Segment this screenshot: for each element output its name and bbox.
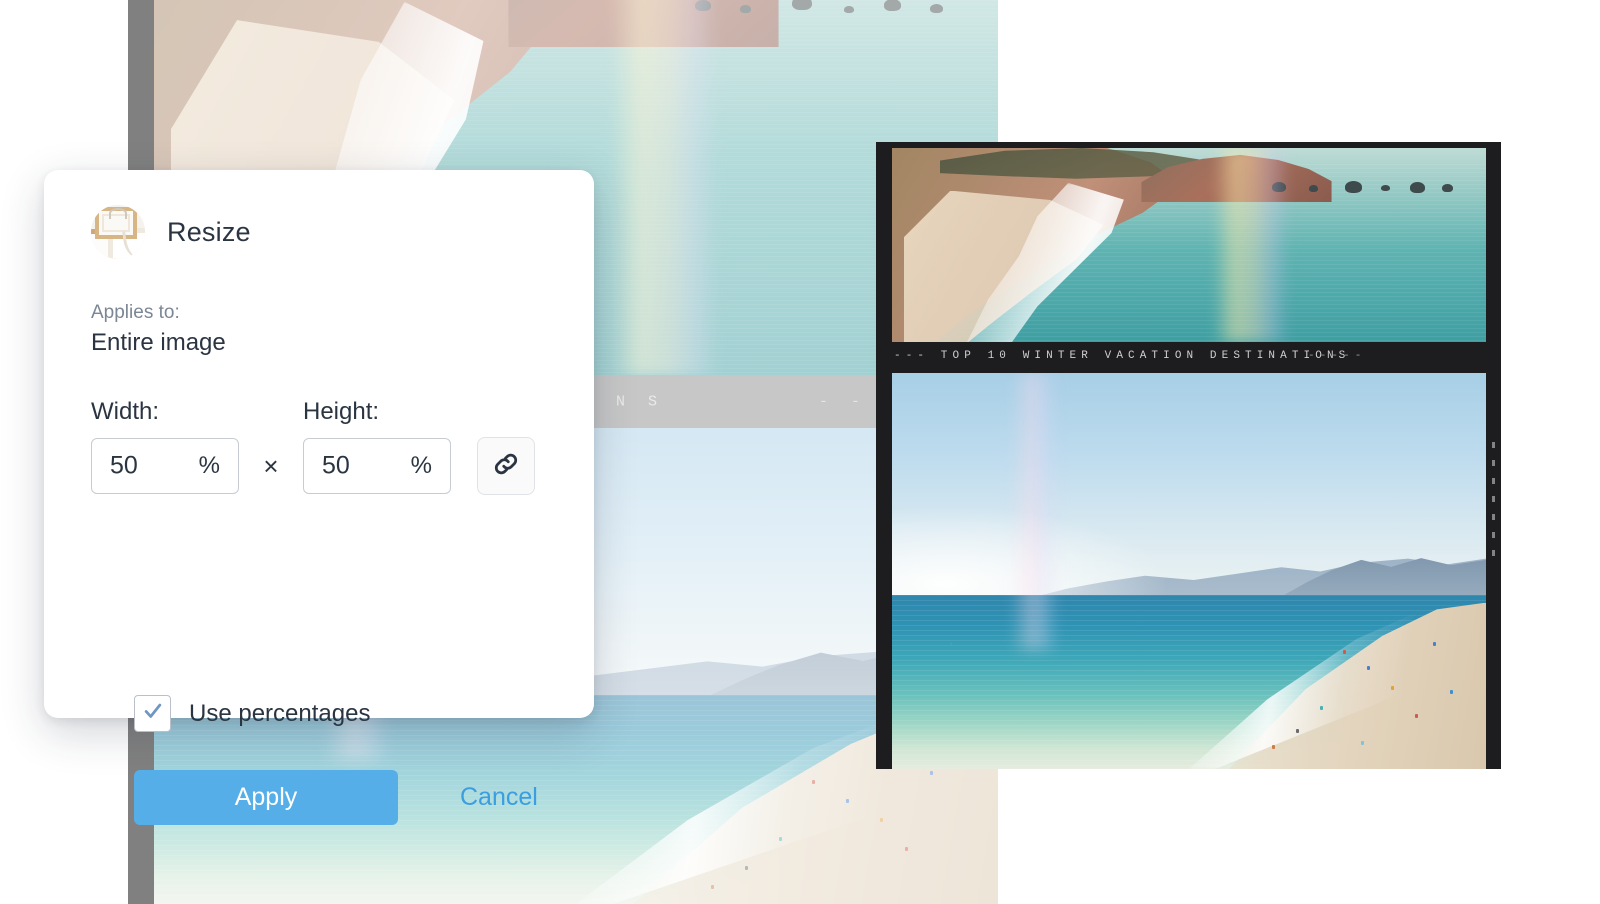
width-input[interactable]: 50 % (91, 438, 239, 494)
height-label: Height: (303, 398, 380, 425)
use-percentages-row[interactable]: Use percentages (134, 695, 370, 732)
chain-link-icon (491, 449, 521, 484)
height-input-value: 50 (322, 451, 350, 480)
foreground-caption-text: --- TOP 10 WINTER VACATION DESTINATIONS (894, 350, 1351, 362)
applies-to-label: Applies to: (91, 302, 180, 323)
use-percentages-checkbox[interactable] (134, 695, 171, 732)
applies-to-value: Entire image (91, 329, 226, 356)
page-title: Resize (167, 216, 251, 247)
use-percentages-label: Use percentages (189, 699, 371, 727)
dialog-header: Resize (91, 205, 251, 259)
foreground-photo-bay (892, 373, 1486, 769)
checkmark-icon (142, 700, 164, 727)
height-input[interactable]: 50 % (303, 438, 451, 494)
foreground-caption-dashes: ----- (1308, 350, 1367, 362)
foreground-caption-bar: --- TOP 10 WINTER VACATION DESTINATIONS … (876, 342, 1501, 370)
link-aspect-ratio-button[interactable] (477, 437, 535, 495)
dimensions-section: Width: Height: 50 % × 50 % (91, 398, 561, 495)
width-input-value: 50 (110, 451, 138, 480)
apply-button[interactable]: Apply (134, 770, 398, 825)
resize-dialog: Resize Applies to: Entire image Width: H… (44, 170, 594, 825)
width-unit: % (198, 452, 220, 479)
sea-rocks (1260, 171, 1462, 194)
sea-rocks (677, 0, 964, 29)
dialog-actions: Apply Cancel (134, 770, 538, 825)
film-edge-ticks (1492, 442, 1495, 562)
multiply-symbol: × (263, 450, 279, 481)
screen-root: I N A T I O N S - - - - - (0, 0, 1600, 904)
foreground-image-card[interactable]: --- TOP 10 WINTER VACATION DESTINATIONS … (876, 142, 1501, 769)
foreground-photo-coast (892, 148, 1486, 342)
framed-photos-thumbnail-icon (91, 205, 145, 259)
height-unit: % (410, 452, 432, 479)
cancel-button[interactable]: Cancel (460, 783, 538, 812)
width-label: Width: (91, 398, 160, 425)
